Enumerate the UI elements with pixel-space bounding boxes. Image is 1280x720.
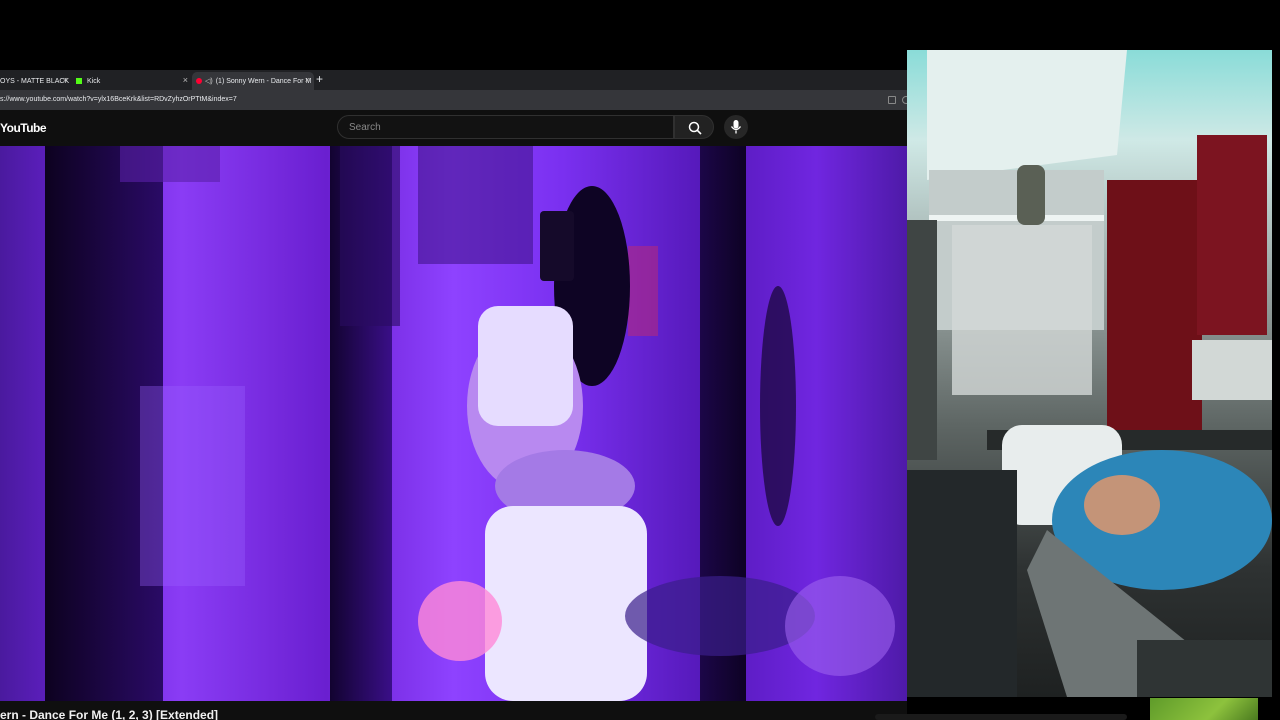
search-icon [688,121,702,135]
tab-close-icon[interactable]: × [305,75,310,85]
tab-matte-black[interactable]: OYS - MATTE BLACK × [0,72,72,90]
install-app-icon[interactable] [888,96,896,104]
webcam-image [907,50,1272,697]
tab-close-icon[interactable]: × [63,75,68,85]
tab-label: OYS - MATTE BLACK [0,77,70,85]
bottom-control-bar [875,714,1127,720]
tab-youtube-active[interactable]: ◁) (1) Sonny Wern - Dance For M × [192,72,314,90]
recording-dot-icon [196,78,202,84]
search-button[interactable] [674,115,714,139]
speaker-icon[interactable]: ◁) [205,77,213,85]
video-title[interactable]: ern - Dance For Me (1, 2, 3) [Extended] [0,708,218,720]
new-tab-button[interactable]: + [316,72,323,86]
voice-search-button[interactable] [724,115,748,139]
game-thumbnail-overlay [1150,698,1258,720]
browser-window: OYS - MATTE BLACK × Kick × ◁) (1) Sonny … [0,70,907,720]
tab-bar: OYS - MATTE BLACK × Kick × ◁) (1) Sonny … [0,70,907,90]
tab-label: (1) Sonny Wern - Dance For M [215,77,312,85]
webcam-overlay [907,50,1272,697]
tab-label: Kick [87,77,101,85]
search-input[interactable] [337,115,674,139]
mic-icon [730,120,742,134]
youtube-header: YouTube [0,110,907,146]
kick-favicon-icon [76,78,82,84]
video-player[interactable] [0,146,907,701]
tab-kick[interactable]: Kick × [72,72,192,90]
url-text[interactable]: s://www.youtube.com/watch?v=ylx16BceKrk&… [0,96,237,103]
tab-close-icon[interactable]: × [183,75,188,85]
video-frame-image [120,146,895,701]
address-bar[interactable]: s://www.youtube.com/watch?v=ylx16BceKrk&… [0,90,907,110]
youtube-logo[interactable]: YouTube [0,121,47,135]
